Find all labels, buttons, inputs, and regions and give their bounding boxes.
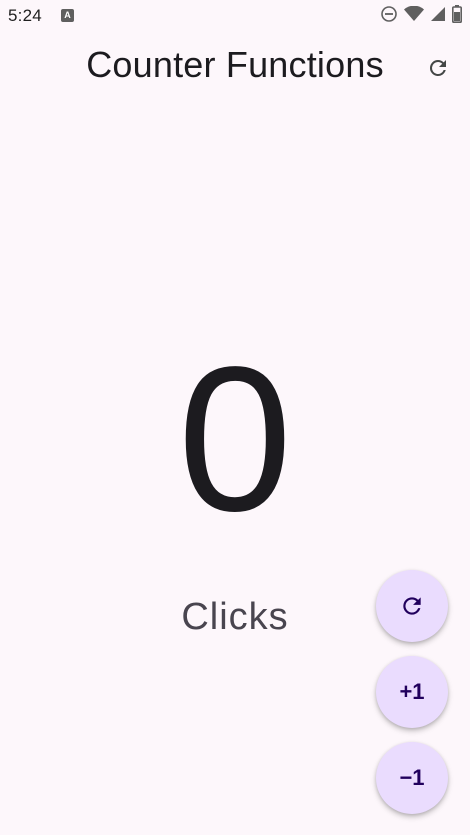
status-time: 5:24 <box>8 6 42 25</box>
reset-fab-button[interactable] <box>376 570 448 642</box>
signal-icon <box>430 6 446 27</box>
increment-label: +1 <box>399 679 425 704</box>
increment-fab-button[interactable]: +1 <box>376 656 448 728</box>
appbar-refresh-button[interactable] <box>424 54 452 82</box>
notification-badge-icon: A <box>61 9 74 22</box>
do-not-disturb-icon <box>380 5 398 28</box>
wifi-icon <box>404 5 424 27</box>
battery-icon <box>452 4 462 28</box>
refresh-icon <box>429 59 446 76</box>
decrement-label: −1 <box>399 765 425 790</box>
status-bar: 5:24 A <box>0 0 470 32</box>
refresh-icon <box>403 597 421 615</box>
decrement-fab-button[interactable]: −1 <box>376 742 448 814</box>
status-icons <box>380 4 462 28</box>
app-bar: Counter Functions <box>0 32 470 104</box>
counter-value: 0 <box>177 324 293 554</box>
page-title: Counter Functions <box>86 44 384 85</box>
